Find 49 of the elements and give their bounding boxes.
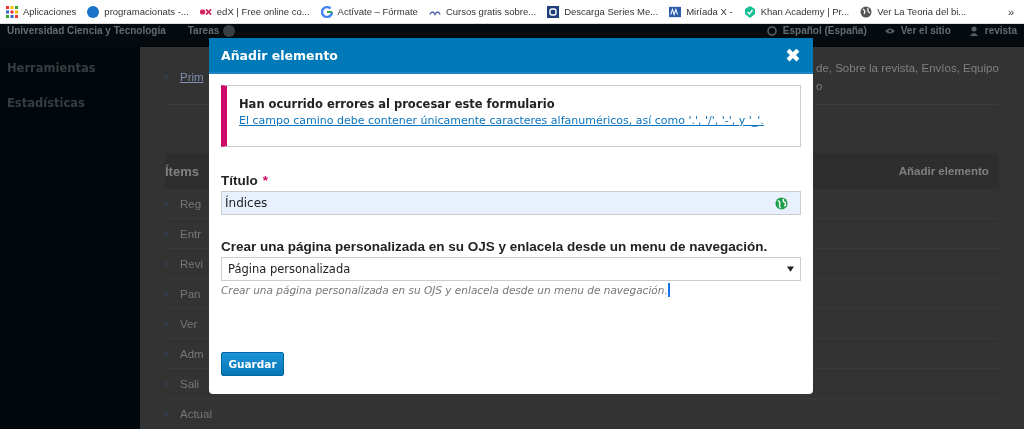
menu-item[interactable]: Sali	[180, 377, 200, 390]
g-logo-icon	[320, 5, 333, 18]
site-title[interactable]: Universidad Ciencia y Tecnología	[7, 25, 166, 37]
bookmark[interactable]: Descarga Series Me...	[547, 5, 659, 18]
bookmark[interactable]: Ver La Teoria del bi...	[860, 5, 967, 18]
bookmark[interactable]: programacionats -...	[87, 5, 189, 18]
help-text: Crear una página personalizada en su OJS y enlacela desde un menu de navegación.	[221, 284, 668, 296]
required-asterisk: *	[262, 173, 268, 188]
menu-item[interactable]: Entr	[180, 227, 202, 240]
bookmark[interactable]: edX | Free online co...	[199, 5, 310, 18]
square-logo-icon	[669, 5, 682, 18]
caret-icon	[787, 266, 794, 272]
menu-item[interactable]: Reg	[180, 197, 202, 210]
items-heading: Ítems	[165, 163, 199, 179]
menu-item[interactable]: Actual	[180, 408, 212, 421]
menu-item[interactable]: Revi	[180, 257, 203, 270]
more-bookmarks-button[interactable]: »	[1007, 5, 1014, 18]
modal-title: Añadir elemento	[221, 47, 338, 63]
bookmark[interactable]: Cursos gratis sobre...	[428, 5, 537, 18]
menu-item[interactable]: Pan	[180, 287, 201, 300]
field-label: Título	[221, 173, 258, 188]
apps-grid-icon	[6, 5, 18, 18]
intro-text: de, Sobre la revista, Envíos, Equipo	[815, 60, 999, 76]
title-input[interactable]: Índices	[221, 191, 801, 215]
text-cursor	[667, 283, 670, 297]
language-link[interactable]: Español (España)	[782, 25, 867, 37]
menu-item[interactable]: Adm	[180, 347, 204, 360]
menu-item[interactable]: Ver	[180, 317, 198, 330]
view-site-link[interactable]: Ver el sitio	[900, 25, 951, 37]
intro-text: o	[815, 78, 824, 94]
user-link[interactable]: revista	[984, 25, 1017, 37]
bookmark[interactable]: Miríada X -	[669, 5, 733, 18]
add-item-button[interactable]: Añadir elemento	[898, 165, 989, 178]
bookmark[interactable]: Actívate – Fórmate	[320, 5, 418, 18]
tasks-count-badge	[223, 25, 236, 37]
page-type-select[interactable]: Página personalizada	[221, 257, 801, 281]
save-button[interactable]: Guardar	[221, 352, 284, 376]
error-heading: Han ocurrido errores al procesar este formulario	[239, 97, 556, 111]
intro-link[interactable]: Prim	[180, 67, 204, 86]
tasks-link[interactable]: Tareas	[187, 25, 220, 37]
user-icon	[968, 26, 979, 36]
bookmark[interactable]: Khan Academy | Pr...	[743, 5, 850, 18]
d-square-icon	[547, 5, 560, 18]
bookmark[interactable]: Aplicaciones	[6, 5, 77, 18]
field-label: Crear una página personalizada en su OJS y enlacela desde un menu de navegación.	[221, 239, 768, 254]
circle-icon	[87, 5, 100, 18]
close-button[interactable]: ✖	[785, 45, 801, 65]
error-link[interactable]: El campo camino debe contener únicamente caracteres alfanuméricos, así como '.', '/', '-', y '_'.	[239, 114, 788, 127]
shield-icon	[743, 5, 756, 18]
